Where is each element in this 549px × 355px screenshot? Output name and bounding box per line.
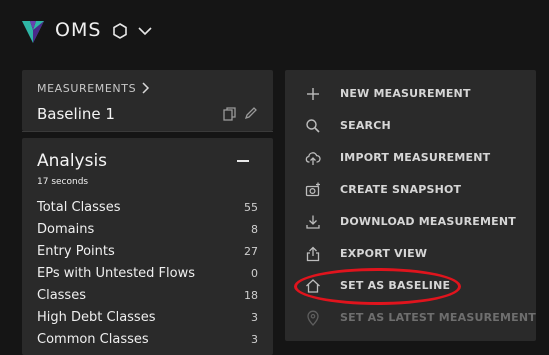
menu-item-label: IMPORT MEASUREMENT bbox=[340, 151, 491, 164]
menu-item-label: DOWNLOAD MEASUREMENT bbox=[340, 215, 516, 228]
stat-label: Entry Points bbox=[37, 244, 115, 259]
location-pin-icon bbox=[307, 310, 319, 326]
chevron-right-icon[interactable] bbox=[142, 82, 150, 94]
pencil-icon[interactable] bbox=[244, 107, 257, 120]
menu-item-download-measurement[interactable]: DOWNLOAD MEASUREMENT bbox=[285, 206, 536, 238]
stat-label: Common Classes bbox=[37, 332, 149, 347]
menu-item-search[interactable]: SEARCH bbox=[285, 110, 536, 142]
menu-item-label: SET AS BASELINE bbox=[340, 279, 451, 292]
hexagon-icon[interactable] bbox=[113, 23, 127, 39]
stat-row[interactable]: Total Classes 55 bbox=[37, 200, 258, 222]
download-icon bbox=[306, 215, 320, 229]
stat-row[interactable]: Common Classes 3 bbox=[37, 332, 258, 354]
plus-icon bbox=[307, 88, 319, 100]
cloud-upload-icon bbox=[305, 152, 321, 165]
measurement-name: Baseline 1 bbox=[37, 105, 115, 123]
stat-value: 3 bbox=[251, 333, 258, 346]
stat-row[interactable]: Domains 8 bbox=[37, 222, 258, 244]
menu-item-label: CREATE SNAPSHOT bbox=[340, 183, 462, 196]
menu-item-export-view[interactable]: EXPORT VIEW bbox=[285, 238, 536, 270]
stat-label: Total Classes bbox=[37, 200, 121, 215]
stat-label: EPs with Untested Flows bbox=[37, 266, 195, 281]
stat-row[interactable]: Entry Points 27 bbox=[37, 244, 258, 266]
stat-value: 3 bbox=[251, 311, 258, 324]
menu-item-new-measurement[interactable]: NEW MEASUREMENT bbox=[285, 78, 536, 110]
menu-item-import-measurement[interactable]: IMPORT MEASUREMENT bbox=[285, 142, 536, 174]
breadcrumb[interactable]: MEASUREMENTS bbox=[37, 82, 136, 95]
divider bbox=[22, 131, 273, 132]
menu-item-label: SEARCH bbox=[340, 119, 391, 132]
app-title[interactable]: OMS bbox=[55, 19, 101, 41]
measurement-card: MEASUREMENTS Baseline 1 bbox=[22, 70, 273, 131]
menu-item-set-as-latest-measurement[interactable]: SET AS LATEST MEASUREMENT bbox=[285, 302, 536, 334]
app-logo-icon[interactable] bbox=[22, 21, 44, 43]
stat-label: Classes bbox=[37, 288, 86, 303]
menu-item-create-snapshot[interactable]: CREATE SNAPSHOT bbox=[285, 174, 536, 206]
stat-label: Domains bbox=[37, 222, 95, 237]
measurement-actions-menu: NEW MEASUREMENT SEARCH IMPORT MEASUREMEN… bbox=[285, 70, 536, 341]
chevron-down-icon[interactable] bbox=[138, 26, 152, 36]
left-column: MEASUREMENTS Baseline 1 Analysis 17 seco… bbox=[22, 70, 273, 355]
menu-item-label: NEW MEASUREMENT bbox=[340, 87, 471, 100]
stat-label: High Debt Classes bbox=[37, 310, 156, 325]
camera-add-icon bbox=[305, 182, 320, 197]
stat-row[interactable]: EPs with Untested Flows 0 bbox=[37, 266, 258, 288]
home-icon bbox=[306, 279, 320, 293]
menu-item-label: SET AS LATEST MEASUREMENT bbox=[340, 311, 536, 324]
top-bar: OMS bbox=[0, 0, 549, 62]
analysis-panel: Analysis 17 seconds Total Classes 55 Dom… bbox=[22, 138, 273, 355]
analysis-duration: 17 seconds bbox=[37, 177, 89, 187]
stat-row[interactable]: Classes 18 bbox=[37, 288, 258, 310]
stat-value: 0 bbox=[251, 267, 258, 280]
stat-value: 18 bbox=[244, 289, 258, 302]
copy-icon[interactable] bbox=[223, 107, 236, 121]
collapse-icon[interactable] bbox=[237, 160, 249, 162]
export-icon bbox=[306, 246, 320, 262]
search-icon bbox=[306, 119, 320, 133]
stat-value: 27 bbox=[244, 245, 258, 258]
stat-value: 8 bbox=[251, 223, 258, 236]
menu-item-set-as-baseline[interactable]: SET AS BASELINE bbox=[285, 270, 536, 302]
analysis-title: Analysis bbox=[37, 151, 108, 171]
menu-item-label: EXPORT VIEW bbox=[340, 247, 428, 260]
stat-row[interactable]: High Debt Classes 3 bbox=[37, 310, 258, 332]
stat-value: 55 bbox=[244, 201, 258, 214]
